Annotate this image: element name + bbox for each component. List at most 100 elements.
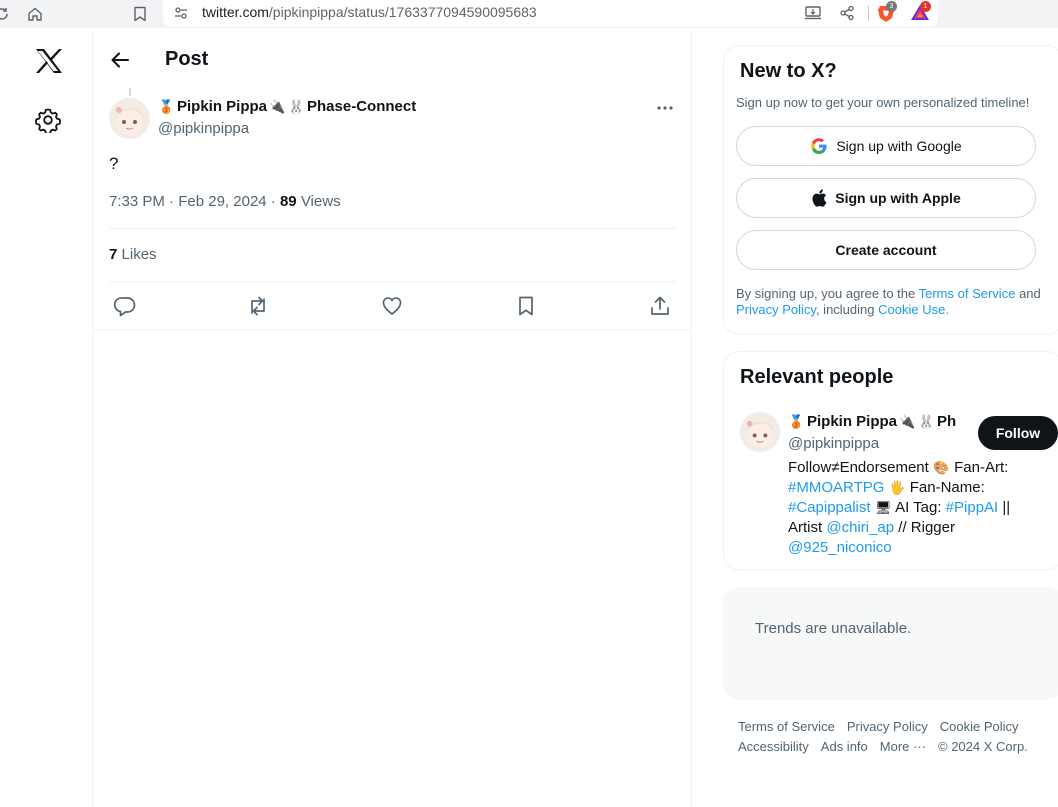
bio-text: Follow≠Endorsement [788, 459, 929, 476]
relevant-people-card: Relevant people 🥉 Pipkin Pippa 🔌 🐰 Ph @p… [723, 351, 1058, 570]
post-meta: 7:33 PM · Feb 29, 2024 · 89 Views [109, 193, 341, 210]
author-handle[interactable]: @pipkinpippa [158, 120, 249, 137]
footer-link-accessibility[interactable]: Accessibility [738, 739, 809, 754]
likes-label: Likes [121, 246, 157, 263]
sign-up-apple-button[interactable]: Sign up with Apple [736, 178, 1036, 218]
footer-link-terms[interactable]: Terms of Service [738, 719, 835, 734]
brave-badge: 3 [886, 1, 897, 12]
mention-link[interactable]: @chiri_ap [826, 519, 894, 536]
google-icon [811, 138, 827, 154]
post-time[interactable]: 7:33 PM [109, 193, 165, 210]
author-name-suffix: Phase-Connect [307, 98, 417, 115]
left-navigation [0, 32, 93, 807]
medal-icon: 🥉 [158, 99, 175, 114]
divider [109, 228, 676, 229]
reload-icon[interactable] [0, 4, 12, 24]
hashtag-link[interactable]: #Capippalist [788, 499, 871, 516]
likes-row[interactable]: 7 Likes [109, 246, 157, 263]
arrow-left-icon[interactable] [109, 49, 131, 71]
hashtag-link[interactable]: #PippAI [946, 499, 999, 516]
person-bio: Follow≠Endorsement 🎨 Fan-Art: #MMOARTPG … [788, 458, 1034, 558]
address-bar[interactable]: twitter.com/pipkinpippa/status/176337709… [163, 0, 938, 27]
page-title: Post [165, 48, 209, 70]
share-page-icon[interactable] [837, 3, 857, 23]
mention-link[interactable]: @925_niconico [788, 539, 892, 556]
browser-toolbar: twitter.com/pipkinpippa/status/176337709… [0, 0, 1058, 28]
hashtag-link[interactable]: #MMOARTPG [788, 479, 884, 496]
terms-prefix: By signing up, you agree to the [736, 286, 916, 301]
trends-card: Trends are unavailable. [723, 587, 1058, 700]
x-logo-icon[interactable] [35, 48, 63, 74]
create-account-button[interactable]: Create account [736, 230, 1036, 270]
bio-text: Fan-Art: [954, 459, 1009, 476]
follow-button[interactable]: Follow [978, 416, 1058, 450]
footer-link-more[interactable]: More ··· [880, 739, 926, 754]
footer-links: Terms of Service Privacy Policy Cookie Pol… [738, 717, 1058, 757]
toolbar-separator [868, 6, 869, 21]
gear-icon[interactable] [34, 107, 61, 135]
share-icon[interactable] [649, 295, 671, 317]
person-name-suffix: Ph [937, 413, 957, 430]
rabbit-icon: 🐰 [288, 99, 305, 114]
person-name[interactable]: 🥉 Pipkin Pippa 🔌 🐰 Ph [788, 413, 966, 430]
cookie-use-link[interactable]: Cookie Use. [878, 302, 949, 317]
post-text: ? [109, 154, 119, 173]
bookmark-icon[interactable] [515, 295, 537, 317]
footer-copyright: © 2024 X Corp. [938, 739, 1028, 754]
sign-up-google-button[interactable]: Sign up with Google [736, 126, 1036, 166]
bio-text: // Rigger [898, 519, 955, 536]
sign-up-apple-label: Sign up with Apple [835, 190, 961, 206]
computer-icon: 🖥 [874, 500, 892, 515]
new-to-x-card: New to X? Sign up now to get your own pe… [723, 45, 1058, 335]
url-text: twitter.com/pipkinpippa/status/176337709… [202, 4, 537, 20]
install-app-icon[interactable] [803, 3, 823, 23]
main-column: Post 🥉 Pipkin Pippa 🔌 🐰 Phase-Connect @p… [93, 32, 692, 807]
thread-connector [129, 88, 131, 96]
footer-link-privacy[interactable]: Privacy Policy [847, 719, 928, 734]
apple-icon [812, 189, 827, 207]
sign-up-google-label: Sign up with Google [836, 138, 962, 154]
ellipsis-icon[interactable] [655, 98, 675, 118]
bio-text: Fan-Name: [909, 479, 985, 496]
footer-link-cookie[interactable]: Cookie Policy [940, 719, 1019, 734]
privacy-policy-link[interactable]: Privacy Policy [736, 302, 816, 317]
terms-text: By signing up, you agree to the Terms of… [736, 286, 1054, 318]
author-name[interactable]: 🥉 Pipkin Pippa 🔌 🐰 Phase-Connect [158, 98, 416, 115]
url-path: /pipkinpippa/status/1763377094590095683 [268, 4, 537, 20]
reply-icon[interactable] [113, 295, 136, 317]
home-icon[interactable] [25, 4, 45, 24]
avatar[interactable] [740, 412, 780, 452]
bookmark-page-icon[interactable] [130, 4, 150, 24]
trends-message: Trends are unavailable. [755, 620, 912, 637]
terms-and: and [1019, 286, 1041, 301]
site-settings-icon[interactable] [171, 3, 191, 23]
heart-icon[interactable] [381, 295, 403, 317]
divider [109, 281, 676, 282]
rewards-badge: 1 [920, 1, 931, 12]
hand-icon: 🖐 [888, 480, 906, 495]
new-to-x-subtitle: Sign up now to get your own personalized… [736, 95, 1030, 110]
author-avatar[interactable] [109, 98, 150, 139]
create-account-label: Create account [835, 242, 937, 258]
views-count: 89 [279, 193, 297, 210]
plug-icon: 🔌 [269, 99, 286, 114]
rabbit-icon: 🐰 [918, 414, 935, 429]
new-to-x-title: New to X? [740, 60, 837, 82]
palette-icon: 🎨 [933, 460, 950, 475]
repost-icon[interactable] [247, 295, 269, 317]
relevant-people-title: Relevant people [740, 366, 894, 388]
footer-link-ads-info[interactable]: Ads info [821, 739, 868, 754]
divider [93, 329, 692, 330]
views-label: Views [300, 193, 341, 210]
post-header: Post [93, 32, 692, 88]
brave-rewards-icon[interactable]: 1 [910, 1, 931, 23]
person-handle[interactable]: @pipkinpippa [788, 435, 879, 452]
author-display-name: Pipkin Pippa [177, 98, 268, 115]
medal-icon: 🥉 [788, 414, 805, 429]
terms-of-service-link[interactable]: Terms of Service [919, 286, 1016, 301]
brave-shields-icon[interactable]: 3 [876, 1, 897, 23]
person-display-name: Pipkin Pippa [807, 413, 898, 430]
post-date[interactable]: Feb 29, 2024 [178, 193, 266, 210]
bio-text: AI Tag: [895, 499, 942, 516]
likes-count: 7 [109, 246, 118, 263]
